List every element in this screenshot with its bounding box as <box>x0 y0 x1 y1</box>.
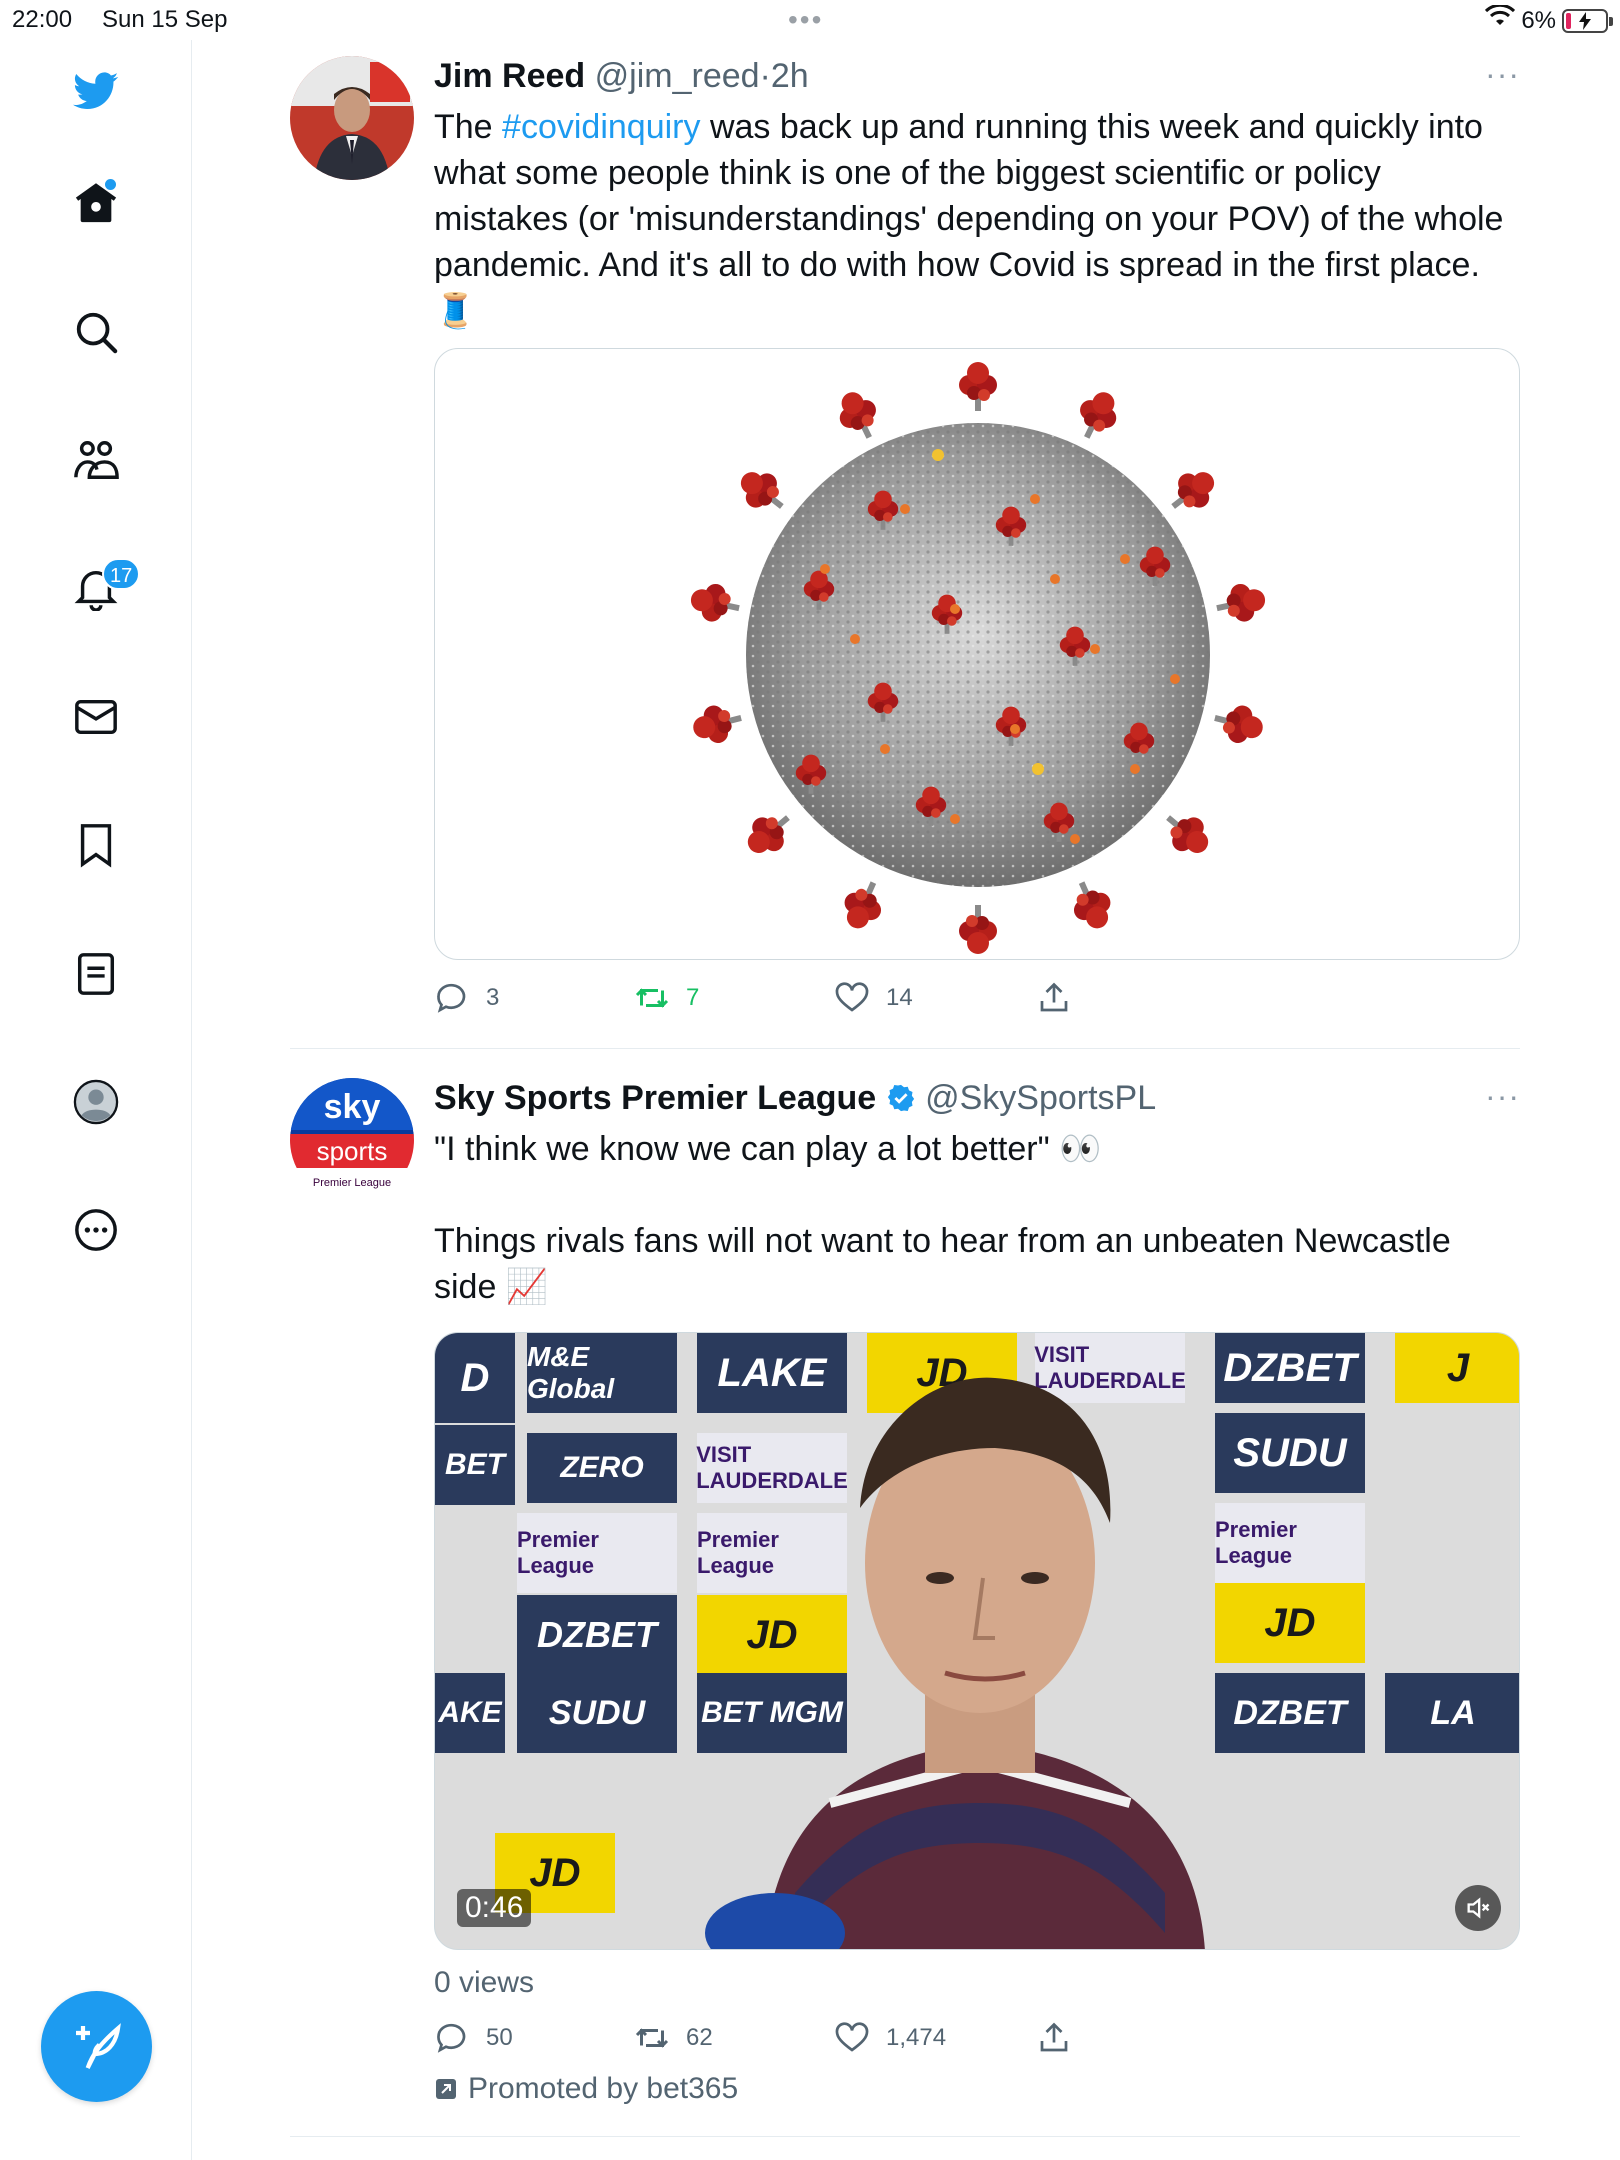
compose-tweet-icon <box>75 2022 121 2069</box>
retweet-icon <box>635 2028 669 2048</box>
promoted-label[interactable]: Promoted by bet365 <box>434 2072 1520 2106</box>
tweet-image-coronavirus[interactable] <box>434 348 1520 960</box>
like-button[interactable]: 1,474 <box>834 2016 946 2060</box>
mute-button[interactable] <box>1455 1885 1501 1931</box>
retweet-count: 7 <box>686 984 700 1011</box>
verified-badge-icon <box>886 1082 916 1122</box>
heart-icon <box>835 982 869 1012</box>
heart-icon <box>835 2022 869 2052</box>
home-icon[interactable] <box>66 173 126 233</box>
avatar[interactable] <box>290 56 414 180</box>
share-button[interactable] <box>1036 976 1072 1020</box>
avatar-text-sky: sky <box>324 1088 381 1126</box>
lists-icon[interactable] <box>66 944 126 1004</box>
more-icon[interactable] <box>66 1200 126 1260</box>
like-button[interactable]: 14 <box>834 976 913 1020</box>
video-views: 0 views <box>434 1966 535 1999</box>
tweet-text-line-2: Things rivals fans will not want to hear… <box>434 1222 1451 1306</box>
hashtag-link[interactable]: #covidinquiry <box>502 108 700 146</box>
tweet-divider <box>290 1048 1520 1049</box>
status-time: 22:00 <box>12 6 73 33</box>
status-bar: 22:00 Sun 15 Sep ••• 6% <box>0 0 1620 40</box>
share-button[interactable] <box>1036 2016 1072 2060</box>
avatar[interactable]: sky sports Premier League <box>290 1078 414 1202</box>
reply-icon <box>437 983 466 1013</box>
more-options-icon[interactable]: ··· <box>1485 1078 1520 1115</box>
avatar-text-sports: sports <box>317 1136 388 1166</box>
author-name[interactable]: Sky Sports Premier League <box>434 1079 876 1117</box>
more-options-icon[interactable]: ··· <box>1485 56 1520 93</box>
author-handle[interactable]: @SkySportsPL <box>925 1079 1156 1117</box>
tweet-sky-sports-pl[interactable]: sky sports Premier League Sky Sports Pre… <box>290 1078 1520 2138</box>
player-figure <box>705 1377 1205 1949</box>
thread-emoji: 🧵 <box>434 292 477 330</box>
search-icon[interactable] <box>66 302 126 362</box>
notifications-count-badge: 17 <box>102 558 141 590</box>
home-new-dot <box>105 179 116 190</box>
multitasking-dots-icon[interactable]: ••• <box>788 4 823 36</box>
author-name[interactable]: Jim Reed <box>434 57 585 95</box>
retweet-count: 62 <box>686 2024 713 2051</box>
reply-button[interactable]: 3 <box>434 976 499 1020</box>
tweet-actions: 50 62 1,474 <box>434 2016 1520 2060</box>
battery-charging-icon <box>1562 8 1613 33</box>
communities-icon[interactable] <box>66 430 126 490</box>
status-date: Sun 15 Sep <box>102 6 228 33</box>
tweet-divider <box>290 2136 1520 2137</box>
tweet-text-line-1: "I think we know we can play a lot bette… <box>434 1130 1102 1168</box>
avatar-text-pl: Premier League <box>313 1177 391 1189</box>
author-handle[interactable]: @jim_reed <box>595 57 760 95</box>
battery-percent: 6% <box>1521 6 1556 34</box>
tweet-text-prefix: The <box>434 108 503 146</box>
header-separator: · <box>759 57 771 95</box>
tweet-text: "I think we know we can play a lot bette… <box>434 1126 1520 1310</box>
twitter-logo-icon[interactable] <box>66 61 126 121</box>
reply-count: 3 <box>486 984 500 1011</box>
tweet-jim-reed[interactable]: Jim Reed @jim_reed·2h ··· The #covidinqu… <box>290 56 1520 1016</box>
like-count: 14 <box>886 984 913 1011</box>
retweet-button[interactable]: 62 <box>634 2016 713 2060</box>
compose-tweet-button[interactable] <box>41 1991 152 2102</box>
share-icon <box>1040 982 1068 1012</box>
like-count: 1,474 <box>886 2024 947 2051</box>
video-time: 0:46 <box>457 1889 532 1927</box>
reply-button[interactable]: 50 <box>434 2016 513 2060</box>
tweet-video-player[interactable]: D M&E Global LAKE JD VISIT LAUDERDALE DZ… <box>434 1332 1520 1950</box>
tweet-time[interactable]: 2h <box>771 57 809 95</box>
promoted-icon <box>436 2079 456 2099</box>
retweet-icon <box>635 988 669 1008</box>
retweet-button[interactable]: 7 <box>634 976 699 1020</box>
sidebar: 17 <box>0 40 192 2160</box>
bookmarks-icon[interactable] <box>66 815 126 875</box>
tweet-actions: 3 7 14 <box>434 976 1520 1020</box>
promoted-text: Promoted by bet365 <box>468 2072 739 2105</box>
tweet-text: The #covidinquiry was back up and runnin… <box>434 104 1520 334</box>
tweet-header: Jim Reed @jim_reed·2h <box>434 56 1520 100</box>
speaker-muted-icon <box>1467 1897 1490 1919</box>
reply-count: 50 <box>486 2024 513 2051</box>
notifications-icon[interactable]: 17 <box>66 558 141 618</box>
reply-icon <box>437 2023 466 2053</box>
wifi-icon <box>1485 3 1516 36</box>
profile-icon[interactable] <box>66 1072 126 1132</box>
share-icon <box>1040 2022 1068 2052</box>
messages-icon[interactable] <box>66 687 126 747</box>
tweet-header: Sky Sports Premier League @SkySportsPL <box>434 1078 1520 1122</box>
